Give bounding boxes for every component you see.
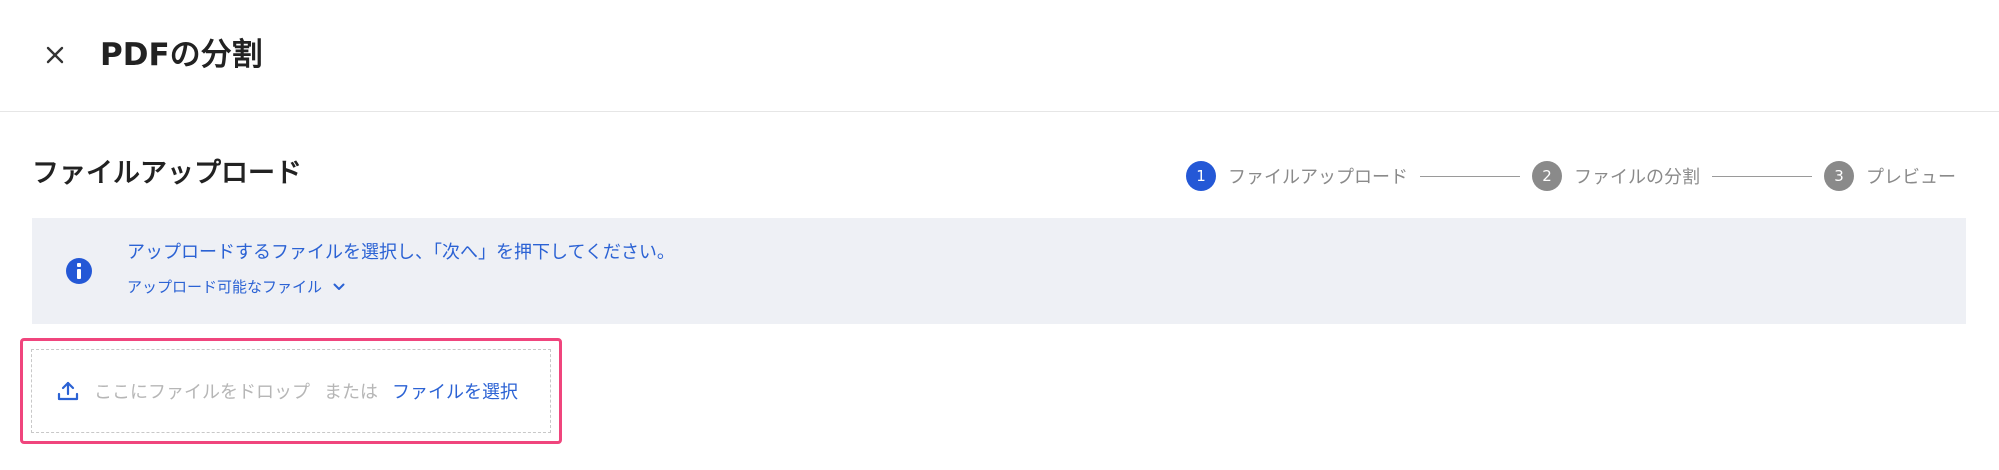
allowed-files-toggle[interactable]: アップロード可能なファイル [127,276,346,298]
allowed-files-label: アップロード可能なファイル [127,278,323,296]
dropzone-or: または [324,382,378,403]
upload-icon [57,381,79,401]
close-icon [46,46,64,64]
dropzone-highlight: ここにファイルをドロップ または ファイルを選択 [20,338,562,444]
step-number-badge: 2 [1532,161,1562,191]
step-number-badge: 1 [1186,161,1216,191]
section-title: ファイルアップロード [32,158,302,189]
progress-stepper: 1 ファイルアップロード 2 ファイルの分割 3 プレビュー [1186,160,1956,192]
close-button[interactable] [38,38,72,72]
step-connector [1712,175,1812,177]
info-icon [66,258,92,284]
info-banner: アップロードするファイルを選択し、「次へ」を押下してください。 アップロード可能… [32,218,1966,324]
page-title: PDFの分割 [100,37,263,73]
step-upload: 1 ファイルアップロード [1186,161,1408,191]
step-split: 2 ファイルの分割 [1532,161,1700,191]
info-message: アップロードするファイルを選択し、「次へ」を押下してください。 [127,242,675,263]
step-label: プレビュー [1866,167,1956,188]
select-file-link[interactable]: ファイルを選択 [392,378,518,404]
step-number-badge: 3 [1824,161,1854,191]
chevron-down-icon [333,283,345,290]
file-dropzone[interactable]: ここにファイルをドロップ または ファイルを選択 [31,349,551,433]
dropzone-hint: ここにファイルをドロップ [94,382,310,403]
step-label: ファイルの分割 [1574,167,1700,188]
step-label: ファイルアップロード [1228,167,1408,188]
step-preview: 3 プレビュー [1824,161,1956,191]
step-connector [1420,175,1520,177]
page-header: PDFの分割 [0,0,1999,112]
